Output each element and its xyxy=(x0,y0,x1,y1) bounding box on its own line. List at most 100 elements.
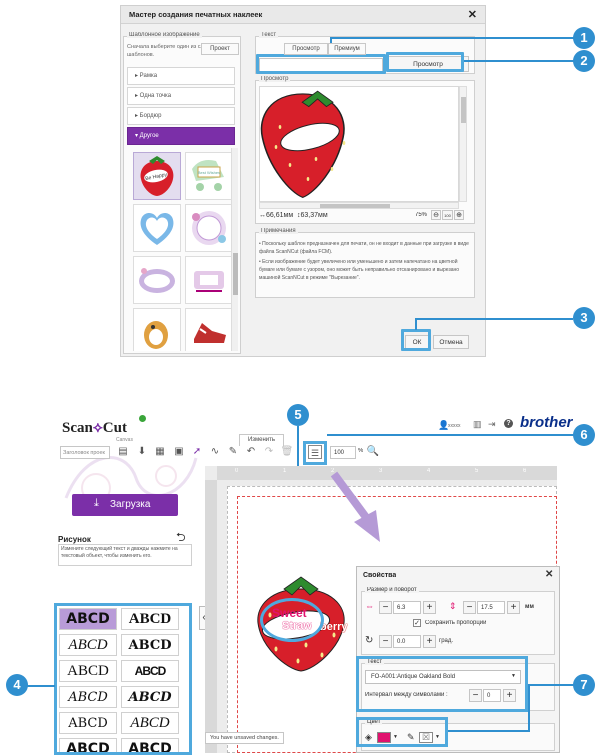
keep-ratio-label: Сохранить пропорции xyxy=(425,620,487,626)
gallery-icon[interactable]: ▦ xyxy=(153,445,167,459)
zoom-field[interactable]: 100 xyxy=(330,446,356,459)
template-group-label: Шаблонное изображение xyxy=(127,32,202,38)
tab-preview[interactable]: Просмотр xyxy=(284,43,328,55)
logo-text-2: Cut xyxy=(102,420,127,436)
template-thumb-heart[interactable] xyxy=(133,204,181,252)
zoom-search-icon[interactable]: 🔍 xyxy=(366,445,380,459)
panel-title: Рисунок xyxy=(58,535,91,544)
preview-hscroll[interactable] xyxy=(259,202,459,209)
unsaved-message: You have unsaved changes. xyxy=(205,732,284,744)
zoom-out-icon[interactable]: ⊖ xyxy=(431,210,441,220)
highlight-properties-icon xyxy=(303,441,327,465)
callout-5: 5 xyxy=(287,404,309,426)
highlight-canvas-text xyxy=(260,598,324,642)
rotation-input[interactable]: 0.0 xyxy=(393,635,421,648)
logout-icon[interactable]: ⇥ xyxy=(488,419,496,430)
callout-line-7 xyxy=(528,684,574,686)
callout-line-4 xyxy=(24,685,55,687)
highlight-color-group xyxy=(356,717,448,747)
tab-project[interactable]: Проект xyxy=(201,43,239,55)
preview-vscroll[interactable] xyxy=(459,86,467,202)
help-icon[interactable]: ? xyxy=(504,419,513,428)
zoom-in-icon[interactable]: ⊕ xyxy=(454,210,464,220)
width-plus-button[interactable]: + xyxy=(423,601,436,614)
template-thumb-strawberry[interactable]: Be Happy xyxy=(133,152,181,200)
new-icon[interactable]: ▤ xyxy=(116,445,130,459)
thumb-text-2: Best Wishes xyxy=(198,170,220,175)
callout-2: 2 xyxy=(573,50,595,72)
template-thumb-shoe[interactable] xyxy=(185,308,233,351)
height-input[interactable]: 17.5 xyxy=(477,601,505,614)
highlight-text-group xyxy=(356,656,528,712)
zoom-readout: 75% xyxy=(415,212,428,218)
notification-icon[interactable]: ▥ xyxy=(473,419,482,430)
highlight-text-input xyxy=(256,54,386,74)
download-icon[interactable]: ⬇ xyxy=(135,445,149,459)
upload-button[interactable]: ⤓ Загрузка xyxy=(72,494,178,516)
zoom-unit: % xyxy=(358,448,364,454)
width-readout: ↔66,61мм xyxy=(259,212,294,219)
upload-label: Загрузка xyxy=(110,499,151,510)
rotate-plus-button[interactable]: + xyxy=(423,635,436,648)
height-plus-button[interactable]: + xyxy=(507,601,520,614)
template-thumb-oval[interactable] xyxy=(133,256,181,304)
select-arrow-icon[interactable]: ➚ xyxy=(190,445,204,459)
logo: Scan⟡Cut xyxy=(62,420,127,436)
width-input[interactable]: 6.3 xyxy=(393,601,421,614)
cancel-button[interactable]: Отмена xyxy=(433,335,469,349)
highlight-ok-button xyxy=(401,329,431,351)
pen-icon[interactable]: ✎ xyxy=(226,445,240,459)
delete-icon[interactable]: 🗑 xyxy=(280,445,294,459)
properties-title: Свойства xyxy=(363,572,397,579)
highlight-preview-button xyxy=(386,52,464,72)
callout-line-3 xyxy=(415,318,573,320)
callout-line-7a xyxy=(528,684,530,732)
close-icon[interactable]: ✕ xyxy=(468,8,477,21)
undo-icon[interactable]: ↶ xyxy=(244,445,258,459)
template-thumb-bird[interactable] xyxy=(133,308,181,351)
template-thumb-flower[interactable] xyxy=(185,204,233,252)
callout-line-1 xyxy=(332,37,574,39)
note-1: • Поскольку шаблон предназначен для печа… xyxy=(259,241,469,255)
template-thumb-sewing[interactable] xyxy=(185,256,233,304)
callout-7: 7 xyxy=(573,674,595,696)
rotate-minus-button[interactable]: − xyxy=(379,635,392,648)
tab-premium[interactable]: Премиум xyxy=(328,43,366,55)
image-icon[interactable]: ▣ xyxy=(172,445,186,459)
height-minus-button[interactable]: − xyxy=(463,601,476,614)
text-group-label: Текст xyxy=(259,32,279,38)
height-readout: ↕63,37мм xyxy=(297,212,328,219)
category-single-point[interactable]: ▸ Одна точка xyxy=(127,87,235,105)
ruler-label-0: 0 xyxy=(235,468,239,474)
rotation-unit: град. xyxy=(439,638,454,644)
callout-4: 4 xyxy=(6,674,28,696)
callout-3: 3 xyxy=(573,307,595,329)
logo-text: Scan xyxy=(62,420,93,436)
node-edit-icon[interactable]: ∿ xyxy=(208,445,222,459)
width-minus-button[interactable]: − xyxy=(379,601,392,614)
canvas-text-berry[interactable]: berry xyxy=(320,621,348,633)
template-scrollbar[interactable] xyxy=(231,148,238,351)
notes-group-label: Примечания xyxy=(259,228,298,234)
height-icon: ⇕ xyxy=(449,601,457,611)
properties-close-icon[interactable]: ✕ xyxy=(545,569,553,580)
category-frame[interactable]: ▸ Рамка xyxy=(127,67,235,85)
user-label: xxxxx xyxy=(448,423,461,429)
zoom-100-button[interactable]: 100 xyxy=(442,210,453,220)
callout-line-6 xyxy=(327,434,575,436)
redo-icon[interactable]: ↷ xyxy=(262,445,276,459)
leaf-icon xyxy=(139,415,146,422)
highlight-font-list xyxy=(54,603,192,755)
brand-logo: brother xyxy=(520,414,573,431)
template-thumb-stroller[interactable]: Best Wishes xyxy=(185,152,233,200)
project-title-input[interactable]: Заголовок проек xyxy=(60,446,110,459)
ruler-left xyxy=(205,480,217,753)
category-other[interactable]: ▾ Другое xyxy=(127,127,235,145)
preview-canvas xyxy=(259,86,459,202)
upload-icon: ⤓ xyxy=(94,497,99,509)
keep-ratio-checkbox[interactable]: ✓ xyxy=(413,619,421,627)
rotate-icon: ↻ xyxy=(365,635,374,646)
width-icon: ⇔ xyxy=(365,601,374,611)
category-border[interactable]: ▸ Бордюр xyxy=(127,107,235,125)
preview-group-label: Просмотр xyxy=(259,76,291,82)
